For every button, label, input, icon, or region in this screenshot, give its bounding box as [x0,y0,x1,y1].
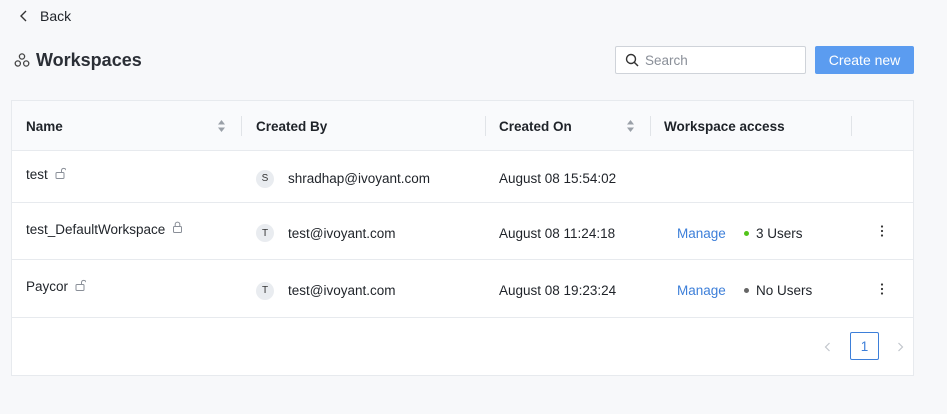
workspace-name-cell: Paycor [26,258,87,315]
creator-email: shradhap@ivoyant.com [288,171,431,186]
chevron-left-icon[interactable] [823,342,833,352]
column-divider [851,116,852,136]
more-vertical-icon[interactable] [880,282,884,295]
user-count: 3 Users [744,205,803,261]
chevron-left-icon [20,10,27,22]
column-divider [241,116,242,136]
user-count-label: 3 Users [756,225,803,241]
manage-link[interactable]: Manage [677,262,726,319]
manage-link[interactable]: Manage [677,205,726,261]
back-label: Back [40,8,72,24]
column-divider [485,116,486,136]
page-header: Workspaces [14,48,142,72]
back-link[interactable]: Back [18,6,71,26]
workspace-name-cell: test [26,149,66,200]
sort-icon[interactable] [217,119,226,133]
workspaces-icon [14,53,30,67]
workspace-name[interactable]: test [26,167,48,182]
avatar: T [256,281,274,300]
workspaces-table: Name Created By Created On Workspace acc… [11,100,914,376]
column-header-name[interactable]: Name [26,101,63,151]
row-actions[interactable] [880,203,884,259]
user-count-label: No Users [756,283,813,298]
page-title: Workspaces [36,49,142,70]
user-count: No Users [744,262,812,319]
column-divider [650,116,651,136]
workspace-name[interactable]: test_DefaultWorkspace [26,222,165,237]
created-by-cell: S shradhap@ivoyant.com [256,153,430,204]
column-header-created-by: Created By [256,118,328,134]
status-dot [744,230,749,236]
manage-label[interactable]: Manage [677,226,726,241]
column-header-workspace-access: Workspace access [664,118,785,134]
search-input[interactable] [645,52,795,68]
search-box[interactable] [615,46,806,74]
search-icon [625,53,639,67]
chevron-right-icon[interactable] [895,342,905,352]
avatar: S [256,169,274,188]
workspace-name-cell: test_DefaultWorkspace [26,201,183,257]
creator-email: test@ivoyant.com [288,225,396,241]
sort-icon[interactable] [626,119,635,133]
table-row[interactable]: test_DefaultWorkspace T test@ivoyant.com… [12,203,913,260]
manage-label[interactable]: Manage [677,283,726,298]
workspace-name[interactable]: Paycor [26,279,68,294]
created-on-cell: August 08 15:54:02 [499,171,617,186]
created-by-cell: T test@ivoyant.com [256,262,396,319]
create-new-button[interactable]: Create new [815,46,914,74]
row-actions[interactable] [880,260,884,317]
status-dot [744,288,749,293]
avatar: T [256,224,274,242]
created-by-cell: T test@ivoyant.com [256,205,396,261]
table-header: Name Created By Created On Workspace acc… [12,101,913,151]
lock-open-icon [55,167,66,179]
column-header-created-on[interactable]: Created On [499,101,572,151]
table-row[interactable]: Paycor T test@ivoyant.com August 08 19:2… [12,260,913,318]
lock-icon [173,221,183,233]
page-number-button[interactable]: 1 [850,332,879,360]
created-on-cell: August 08 19:23:24 [499,283,617,298]
lock-open-icon [75,279,87,291]
created-on-cell: August 08 11:24:18 [499,225,616,241]
creator-email: test@ivoyant.com [288,283,396,298]
table-row[interactable]: test S shradhap@ivoyant.com August 08 15… [12,151,913,203]
more-vertical-icon[interactable] [880,225,884,237]
